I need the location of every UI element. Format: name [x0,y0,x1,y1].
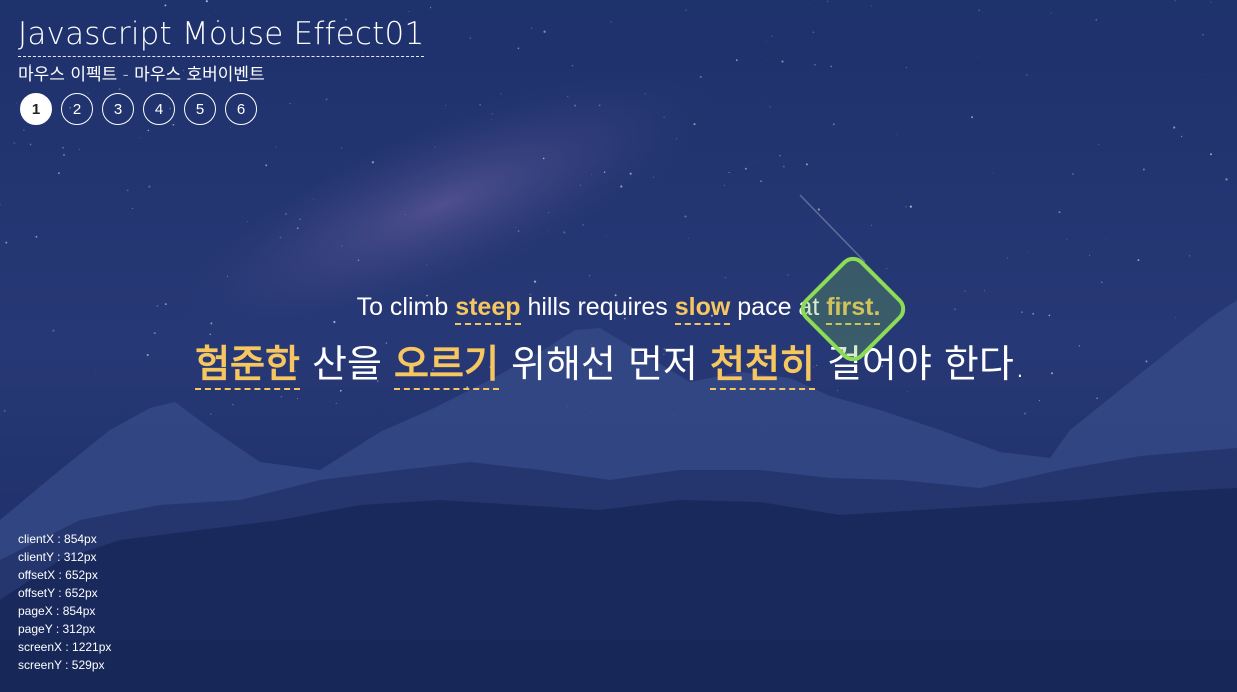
quote-section: To climb steep hills requires slow pace … [0,288,1237,394]
quote-english: To climb steep hills requires slow pace … [0,288,1237,326]
info-client-x: clientX : 854px [18,532,97,546]
page-button-4[interactable]: 4 [143,93,175,125]
info-offset-x: offsetX : 652px [18,568,98,582]
info-page-x: pageX : 854px [18,604,96,618]
page-button-6[interactable]: 6 [225,93,257,125]
quote-text: To climb [356,293,456,321]
quote-text: hills requires [520,293,675,321]
page-subtitle: 마우스 이펙트 - 마우스 호버이벤트 [18,65,265,85]
effect-pagination: 1 2 3 4 5 6 [20,93,424,125]
info-screen-y: screenY : 529px [18,658,105,672]
info-client-y: clientY : 312px [18,550,97,564]
highlight-word-steep[interactable]: steep [455,293,521,325]
page-button-3[interactable]: 3 [102,93,134,125]
mouse-info-panel: clientX : 854px clientY : 312px offsetX … [18,530,111,674]
info-page-y: pageY : 312px [18,622,96,636]
highlight-word-slow[interactable]: slow [674,293,731,325]
info-offset-y: offsetY : 652px [18,586,98,600]
highlight-word-korean-1[interactable]: 험준한 [195,342,300,390]
info-screen-x: screenX : 1221px [18,640,112,654]
highlight-word-korean-3[interactable]: 천천히 [709,342,815,390]
page-header: Javascript Mouse Effect01 마우스 이펙트 - 마우스 … [18,14,425,125]
page-button-1[interactable]: 1 [20,93,52,125]
highlight-word-korean-2[interactable]: 오르기 [394,342,499,390]
quote-text: 산을 [299,342,395,386]
page-button-2[interactable]: 2 [61,93,93,125]
quote-korean: 험준한 산을 오르기 위해선 먼저 천천히 걸어야 한다. [0,334,1237,394]
quote-text: 위해선 먼저 [498,342,710,386]
page-button-5[interactable]: 5 [184,93,216,125]
page-title: Javascript Mouse Effect01 [18,14,425,57]
